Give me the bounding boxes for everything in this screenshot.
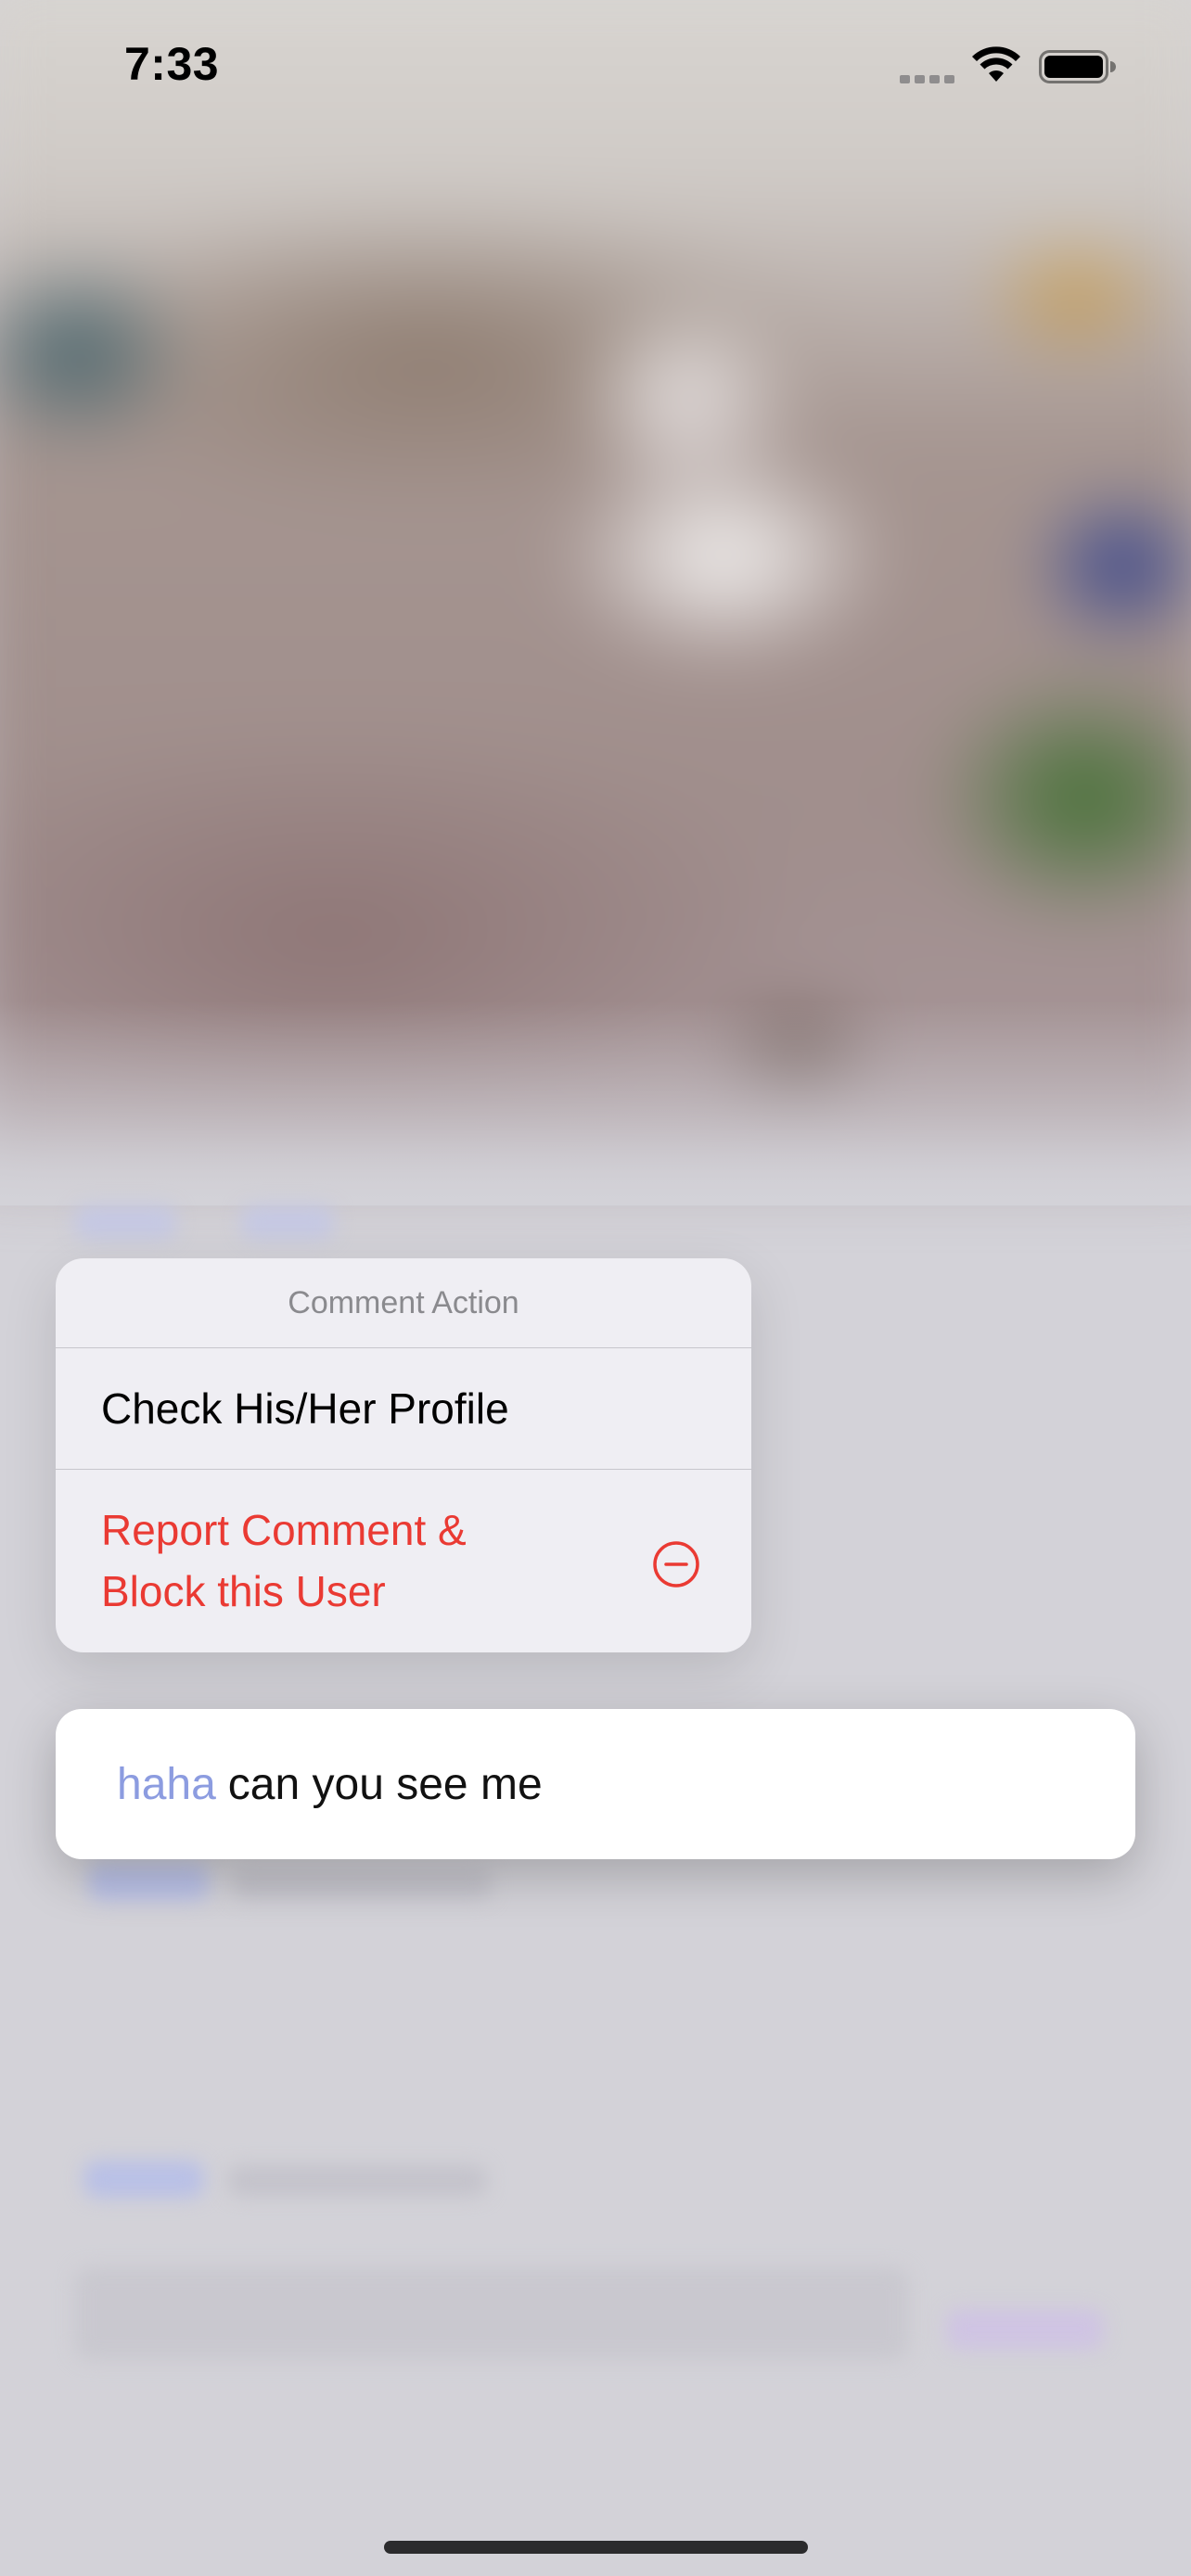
comment-username[interactable]: haha [117,1759,216,1810]
comment-text: can you see me [227,1759,543,1809]
report-block-label-line-1: Report Comment & [101,1506,467,1554]
blurred-post-photo [0,0,1191,1168]
blurred-comment-button [241,1205,334,1239]
cellular-signal-icon [900,72,957,83]
blurred-like-button [74,1205,176,1239]
blurred-comment-text [227,2165,487,2197]
report-block-label-line-2: Block this User [101,1567,386,1615]
battery-icon [1039,50,1116,83]
status-time: 7:33 [124,38,220,90]
status-bar: 7:33 [0,0,1191,130]
background-fade [0,1001,1191,1205]
minus-circle-icon [653,1541,699,1588]
home-indicator[interactable] [384,2541,808,2554]
wifi-icon [972,46,1020,82]
blurred-send-button [946,2309,1104,2350]
report-block-menu-item[interactable]: Report Comment & Block this User [56,1470,751,1652]
menu-title: Comment Action [56,1258,751,1348]
blurred-comment-username [83,2161,204,2198]
blurred-comment-username [88,1864,209,1901]
blurred-comment-input [74,2267,909,2360]
check-profile-menu-item[interactable]: Check His/Her Profile [56,1348,751,1470]
blurred-comment-text [232,1868,492,1900]
comment-action-menu: Comment Action Check His/Her Profile Rep… [56,1258,751,1652]
check-profile-label: Check His/Her Profile [101,1384,509,1433]
selected-comment-card[interactable]: haha can you see me [56,1709,1135,1859]
